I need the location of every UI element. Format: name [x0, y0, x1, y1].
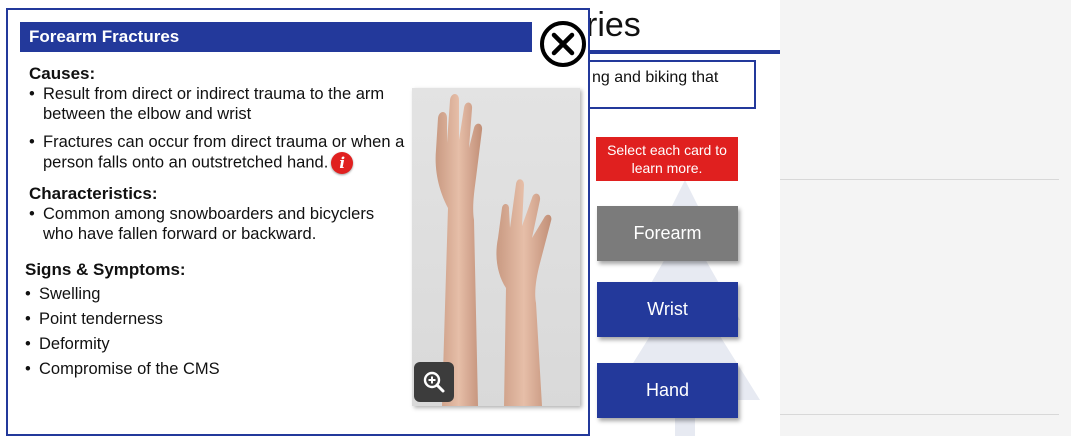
divider [780, 414, 1059, 415]
slide-title: ries [586, 6, 641, 44]
close-button[interactable] [540, 21, 586, 67]
characteristics-list: Common among snowboarders and bicyclers … [29, 204, 408, 244]
instruction-banner: Select each card to learn more. [596, 137, 738, 181]
zoom-in-icon [423, 371, 445, 393]
list-item: Fractures can occur from direct trauma o… [29, 132, 408, 174]
info-icon[interactable]: i [331, 152, 354, 174]
signs-list: Swelling Point tenderness Deformity Comp… [25, 282, 408, 382]
list-item: Common among snowboarders and bicyclers … [29, 204, 408, 244]
forearm-photo [412, 88, 580, 406]
divider [780, 179, 1059, 180]
causes-list: Result from direct or indirect trauma to… [29, 84, 408, 174]
close-circle-icon [540, 21, 586, 67]
zoom-button[interactable] [414, 362, 454, 402]
causes-heading: Causes: [29, 64, 96, 83]
list-item: Swelling [25, 282, 408, 307]
title-rule [590, 50, 780, 54]
characteristics-heading: Characteristics: [29, 184, 158, 203]
popup-content: Causes: Result from direct or indirect t… [25, 64, 408, 382]
card-wrist-button[interactable]: Wrist [597, 282, 738, 337]
list-item: Point tenderness [25, 307, 408, 332]
signs-heading: Signs & Symptoms: [25, 260, 186, 279]
list-item: Deformity [25, 332, 408, 357]
list-item-text: Common among snowboarders and bicyclers … [43, 205, 375, 243]
card-forearm-button[interactable]: Forearm [597, 206, 738, 261]
raised-arms-image [435, 94, 552, 406]
popup-title: Forearm Fractures [20, 22, 532, 52]
forearm-fractures-popup: Forearm Fractures Causes: Result from di… [6, 8, 590, 436]
list-item: Result from direct or indirect trauma to… [29, 84, 408, 124]
list-item: Compromise of the CMS [25, 357, 408, 382]
list-item-text: Result from direct or indirect trauma to… [43, 85, 385, 123]
list-item-text: Deformity [39, 335, 110, 353]
intro-text-box: ng and biking that [576, 60, 756, 109]
card-hand-button[interactable]: Hand [597, 363, 738, 418]
list-item-text: Swelling [39, 285, 101, 303]
right-panel [780, 0, 1071, 436]
list-item-text: Point tenderness [39, 310, 163, 328]
list-item-text: Compromise of the CMS [39, 360, 220, 378]
